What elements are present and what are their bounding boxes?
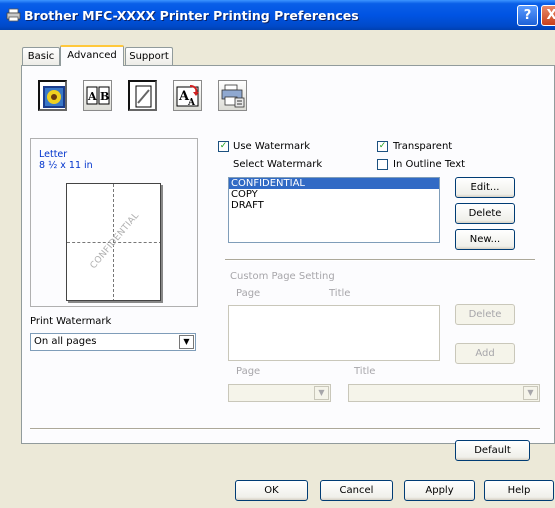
paper-preview: CONFIDENTIAL	[66, 183, 161, 301]
divider	[225, 259, 535, 261]
list-item[interactable]: CONFIDENTIAL	[229, 178, 439, 189]
printer-icon	[6, 8, 21, 22]
select-watermark-label: Select Watermark	[233, 159, 323, 170]
list-item[interactable]: DRAFT	[229, 200, 439, 211]
chevron-down-icon[interactable]: ▼	[523, 386, 538, 400]
page-select[interactable]: ▼	[228, 384, 331, 402]
list-item[interactable]: COPY	[229, 189, 439, 200]
paper-size: 8 ½ x 11 in	[39, 160, 93, 171]
close-icon[interactable]: X	[541, 5, 555, 26]
use-watermark-checkbox[interactable]: ✓	[218, 141, 229, 152]
apply-button[interactable]: Apply	[404, 480, 475, 501]
printing-preferences-window: Brother MFC-XXXX Printer Printing Prefer…	[0, 0, 555, 508]
watermark-preview-text: CONFIDENTIAL	[88, 210, 142, 272]
edit-button[interactable]: Edit...	[455, 177, 515, 198]
tab-basic[interactable]: Basic	[22, 47, 60, 66]
watermark-button[interactable]	[128, 80, 157, 111]
title-select-label: Title	[354, 366, 376, 377]
print-watermark-label: Print Watermark	[30, 316, 112, 327]
window-title: Brother MFC-XXXX Printer Printing Prefer…	[24, 8, 359, 23]
outline-text-checkbox[interactable]	[377, 159, 388, 170]
help-button[interactable]: Help	[484, 480, 554, 501]
scaling-icon: A A	[176, 85, 199, 108]
cancel-button[interactable]: Cancel	[320, 480, 393, 501]
delete-custom-page-button[interactable]: Delete	[455, 304, 515, 325]
new-watermark-button[interactable]: New...	[455, 229, 515, 250]
divider	[30, 428, 540, 430]
title-column-header: Title	[329, 288, 351, 299]
default-button[interactable]: Default	[455, 440, 530, 461]
print-watermark-value: On all pages	[34, 336, 97, 347]
transparent-label: Transparent	[393, 141, 453, 152]
svg-text:A: A	[187, 98, 196, 108]
custom-page-heading: Custom Page Setting	[230, 271, 335, 282]
watermark-list[interactable]: CONFIDENTIAL COPY DRAFT	[228, 177, 440, 243]
paper-name: Letter	[39, 149, 68, 160]
title-select[interactable]: ▼	[348, 384, 540, 402]
svg-text:B: B	[100, 90, 109, 103]
tab-advanced[interactable]: Advanced	[60, 45, 124, 66]
use-watermark-label: Use Watermark	[233, 141, 311, 152]
watermark-icon	[135, 85, 152, 108]
duplex-icon: A B	[86, 86, 110, 105]
duplex-button[interactable]: A B	[83, 80, 112, 111]
delete-watermark-button[interactable]: Delete	[455, 203, 515, 224]
chevron-down-icon[interactable]: ▼	[179, 335, 194, 349]
scaling-button[interactable]: A A	[173, 80, 202, 111]
help-icon[interactable]: ?	[517, 5, 538, 26]
page-column-header: Page	[236, 288, 261, 299]
print-watermark-select[interactable]: On all pages ▼	[30, 333, 196, 351]
custom-page-list[interactable]	[228, 305, 440, 361]
color-button[interactable]	[38, 80, 67, 111]
color-icon	[43, 86, 65, 108]
chevron-down-icon[interactable]: ▼	[314, 386, 329, 400]
outline-text-label: In Outline Text	[393, 159, 466, 170]
device-options-button[interactable]	[218, 80, 247, 111]
svg-text:A: A	[87, 90, 97, 103]
device-options-icon	[221, 84, 245, 108]
add-custom-page-button[interactable]: Add	[455, 343, 515, 364]
transparent-checkbox[interactable]: ✓	[377, 141, 388, 152]
page-select-label: Page	[236, 366, 261, 377]
title-bar[interactable]: Brother MFC-XXXX Printer Printing Prefer…	[0, 0, 555, 30]
ok-button[interactable]: OK	[235, 480, 308, 501]
tab-support[interactable]: Support	[125, 47, 173, 66]
